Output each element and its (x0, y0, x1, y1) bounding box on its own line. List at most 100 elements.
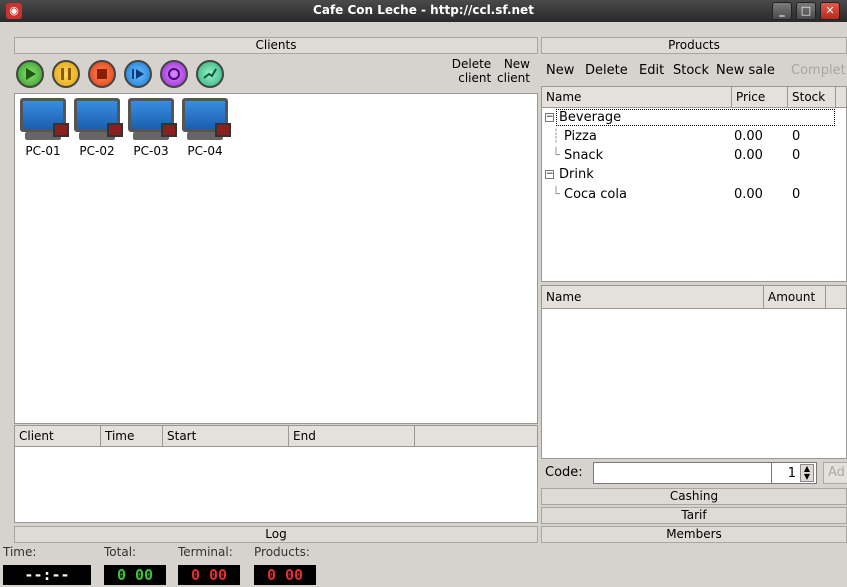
time-label: Time: (3, 545, 37, 559)
col-amount[interactable]: Amount (764, 286, 826, 308)
computer-icon (128, 98, 177, 137)
maximize-button[interactable]: □ (796, 2, 816, 20)
log-table-body[interactable] (14, 447, 538, 523)
collapse-icon[interactable]: − (545, 113, 554, 122)
products-display: 0 00 (254, 565, 316, 585)
new-sale-button[interactable]: New sale (716, 57, 775, 85)
complete-sale-button[interactable]: Complet (791, 57, 846, 85)
play-icon (26, 68, 36, 80)
col-name[interactable]: Name (542, 87, 732, 107)
client-pc-02[interactable]: PC-02 (71, 98, 123, 158)
log-header[interactable]: Log (14, 526, 538, 543)
product-name: Pizza (564, 129, 597, 144)
client-pc-04[interactable]: PC-04 (179, 98, 231, 158)
delete-client-button[interactable]: Delete client (452, 57, 491, 85)
tree-group-beverage[interactable]: − Beverage (542, 108, 842, 127)
group-name: Beverage (559, 110, 622, 125)
col-extra[interactable] (415, 426, 539, 446)
members-section[interactable]: Members (541, 526, 847, 543)
stock-button[interactable]: Stock (673, 57, 709, 85)
product-stock: 0 (792, 148, 801, 163)
amount-value: 1 (787, 466, 796, 481)
col-price[interactable]: Price (732, 87, 788, 107)
title-bar: ◉ Cafe Con Leche - http://ccl.sf.net _ □… (0, 0, 847, 22)
new-client-button[interactable]: New client (497, 57, 530, 85)
sale-table-header: Name Amount (541, 285, 847, 309)
product-name: Snack (564, 148, 604, 163)
client-pc-03[interactable]: PC-03 (125, 98, 177, 158)
client-pc-01[interactable]: PC-01 (17, 98, 69, 158)
col-time[interactable]: Time (101, 426, 163, 446)
resume-icon (132, 69, 144, 79)
col-end[interactable]: End (289, 426, 415, 446)
tree-item-pizza[interactable]: ┊ Pizza 0.00 0 (542, 127, 842, 146)
computer-icon (20, 98, 69, 137)
delete-client-label-2: client (458, 71, 492, 85)
tree-group-drink[interactable]: − Drink (542, 165, 842, 184)
col-stock[interactable]: Stock (788, 87, 836, 107)
spinner-arrows-icon[interactable]: ▲ ▼ (800, 464, 814, 482)
product-stock: 0 (792, 187, 801, 202)
collapse-icon[interactable]: − (545, 170, 554, 179)
new-product-button[interactable]: New (546, 57, 574, 85)
product-price: 0.00 (734, 187, 763, 202)
start-client-button[interactable] (16, 60, 44, 88)
product-stock: 0 (792, 129, 801, 144)
pause-icon (61, 68, 71, 80)
products-toolbar: New Delete Edit Stock New sale Complet (541, 57, 847, 85)
sale-table-body[interactable] (541, 309, 847, 459)
cashing-section[interactable]: Cashing (541, 488, 847, 505)
product-price: 0.00 (734, 148, 763, 163)
total-display: 0 00 (104, 565, 166, 585)
products-header: Products (541, 37, 847, 54)
client-label: PC-03 (133, 144, 169, 158)
time-display: --:-- (3, 565, 91, 585)
code-label: Code: (545, 465, 583, 480)
status-bar: Time: Total: Terminal: Products: --:-- 0… (0, 545, 847, 587)
delete-client-label-1: Delete (451, 57, 492, 71)
swap-client-button[interactable] (160, 60, 188, 88)
stop-client-button[interactable] (88, 60, 116, 88)
products-label: Products: (254, 545, 310, 559)
amount-spinner[interactable]: 1 ▲ ▼ (771, 462, 817, 484)
client-actions: Delete client New client (450, 57, 530, 85)
products-table-header: Name Price Stock (541, 86, 847, 108)
stop-icon (97, 69, 107, 79)
group-name: Drink (559, 167, 594, 182)
new-client-label-2: client (497, 71, 530, 85)
total-label: Total: (104, 545, 137, 559)
delete-product-button[interactable]: Delete (585, 57, 628, 85)
add-button[interactable]: Ad (823, 462, 847, 484)
pause-client-button[interactable] (52, 60, 80, 88)
clients-area[interactable]: PC-01 PC-02 PC-03 PC-04 (14, 93, 538, 424)
tree-item-coca-cola[interactable]: └ Coca cola 0.00 0 (542, 185, 842, 204)
chart-icon (203, 68, 217, 79)
col-start[interactable]: Start (163, 426, 289, 446)
clients-toolbar: Delete client New client (14, 55, 538, 93)
client-label: PC-01 (25, 144, 61, 158)
code-entry-row: Code: 1 ▲ ▼ Ad (541, 460, 847, 486)
new-client-label-1: New (503, 57, 530, 71)
products-tree[interactable]: − Beverage ┊ Pizza 0.00 0 └ Snack 0.00 0… (541, 108, 847, 282)
graph-client-button[interactable] (196, 60, 224, 88)
col-sale-name[interactable]: Name (542, 286, 764, 308)
product-name: Coca cola (564, 187, 627, 202)
terminal-display: 0 00 (178, 565, 240, 585)
product-price: 0.00 (734, 129, 763, 144)
tree-item-snack[interactable]: └ Snack 0.00 0 (542, 146, 842, 165)
client-label: PC-02 (79, 144, 115, 158)
client-label: PC-04 (187, 144, 223, 158)
close-button[interactable]: ✕ (820, 2, 840, 20)
col-client[interactable]: Client (15, 426, 101, 446)
resume-client-button[interactable] (124, 60, 152, 88)
computer-icon (74, 98, 123, 137)
computer-icon (182, 98, 231, 137)
minimize-button[interactable]: _ (772, 2, 792, 20)
window-title: Cafe Con Leche - http://ccl.sf.net (313, 3, 534, 17)
edit-product-button[interactable]: Edit (639, 57, 664, 85)
clients-header: Clients (14, 37, 538, 54)
terminal-label: Terminal: (178, 545, 233, 559)
refresh-icon (168, 68, 180, 80)
tarif-section[interactable]: Tarif (541, 507, 847, 524)
log-table-header: Client Time Start End (14, 425, 538, 447)
